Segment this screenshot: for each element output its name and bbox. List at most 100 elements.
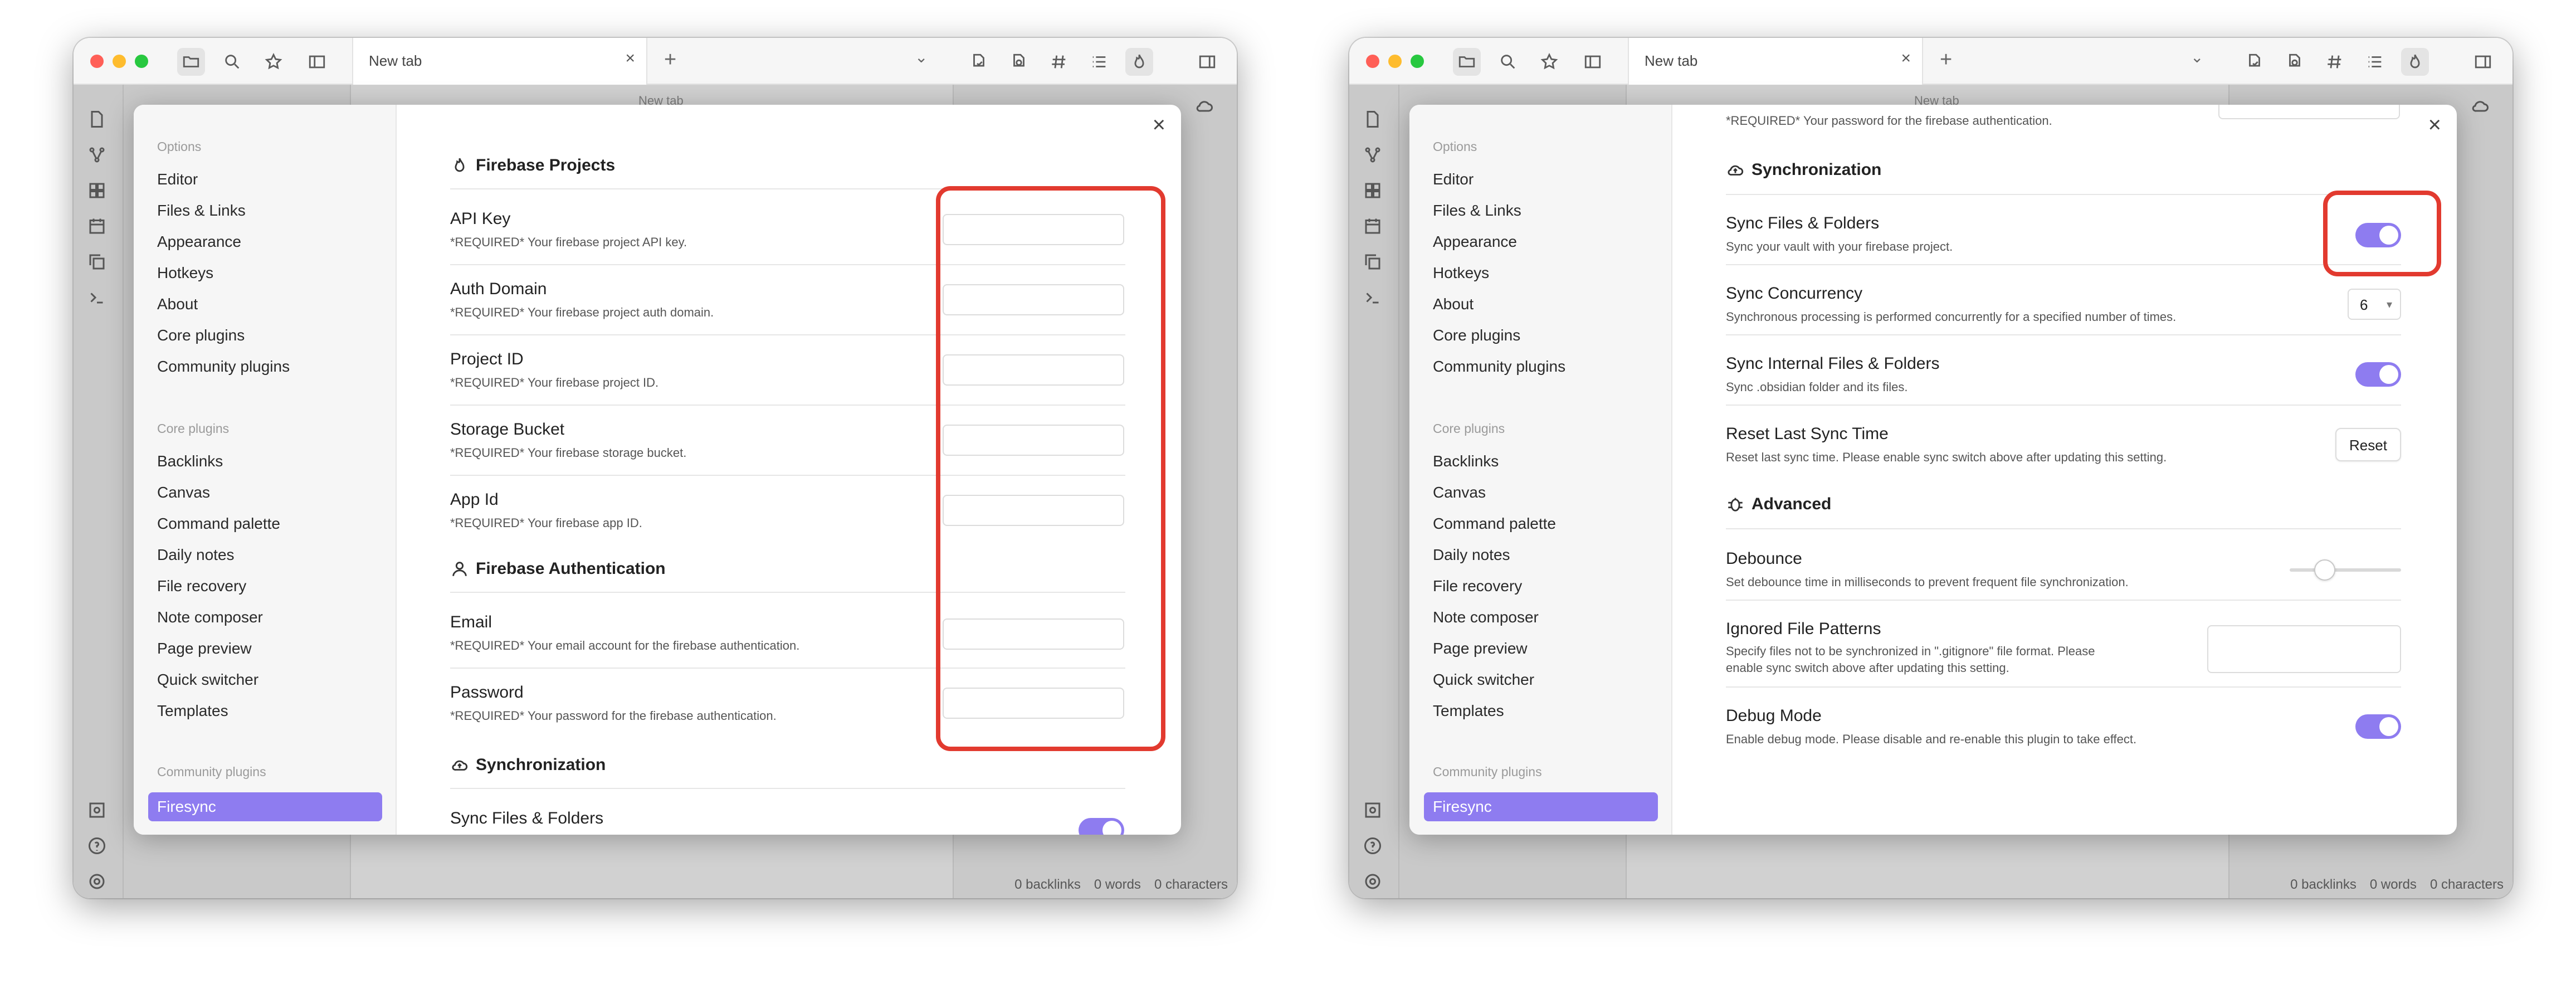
right-sidebar-icon[interactable]: [2469, 48, 2497, 76]
sidebar-item-firesync[interactable]: Firesync: [1424, 792, 1658, 821]
file-sync-icon[interactable]: [965, 48, 993, 76]
setting-name-storage-bucket: Storage Bucket: [450, 420, 565, 439]
sidebar-item-files-links[interactable]: Files & Links: [1433, 202, 1521, 220]
sidebar-item-core-plugins[interactable]: Core plugins: [1433, 327, 1520, 344]
list-icon[interactable]: [2361, 48, 2389, 76]
sidebar-item-canvas[interactable]: Canvas: [157, 484, 210, 501]
sidebar-item-appearance[interactable]: Appearance: [1433, 233, 1517, 251]
sidebar-item-appearance[interactable]: Appearance: [157, 233, 241, 251]
hash-icon[interactable]: [1045, 48, 1073, 76]
user-icon: [452, 562, 467, 576]
sidebar-item-editor[interactable]: Editor: [157, 171, 198, 188]
right-sidebar-icon[interactable]: [1193, 48, 1221, 76]
star-icon[interactable]: [1535, 48, 1563, 76]
section-title: Firebase Authentication: [476, 559, 666, 578]
modal-close-icon[interactable]: ×: [2428, 113, 2441, 138]
file-link-icon[interactable]: [2281, 48, 2309, 76]
obsidian-window-right: New tab × + ⌄ New tab 0 backlinks 0 word…: [1349, 38, 2512, 898]
tab-close-icon[interactable]: ×: [625, 49, 635, 68]
sidebar-item-file-recovery[interactable]: File recovery: [1433, 577, 1522, 595]
sidebar-item-page-preview[interactable]: Page preview: [157, 640, 252, 657]
debug-mode-toggle[interactable]: [2355, 714, 2401, 739]
setting-name-reset-last-sync: Reset Last Sync Time: [1726, 425, 1889, 443]
debounce-slider[interactable]: [2290, 568, 2401, 572]
sidebar-item-hotkeys[interactable]: Hotkeys: [157, 264, 213, 282]
minimize-window-button[interactable]: [113, 55, 126, 68]
sidebar-item-editor[interactable]: Editor: [1433, 171, 1474, 188]
sync-files-toggle[interactable]: [1079, 818, 1124, 835]
sidebar-group-community: Community plugins: [157, 764, 266, 779]
list-icon[interactable]: [1085, 48, 1113, 76]
cloud-icon[interactable]: [1194, 96, 1218, 119]
star-icon[interactable]: [260, 48, 287, 76]
close-window-button[interactable]: [90, 55, 104, 68]
minimize-window-button[interactable]: [1388, 55, 1402, 68]
sidebar-item-file-recovery[interactable]: File recovery: [157, 577, 246, 595]
sidebar-item-command-palette[interactable]: Command palette: [157, 515, 280, 533]
sync-concurrency-dropdown[interactable]: 6 ▾: [2348, 289, 2401, 320]
sidebar-item-templates[interactable]: Templates: [1433, 702, 1504, 720]
sidebar-item-templates[interactable]: Templates: [157, 702, 228, 720]
new-tab-button[interactable]: +: [664, 48, 676, 72]
highlight-box: [2323, 191, 2441, 276]
search-icon[interactable]: [218, 48, 246, 76]
modal-close-icon[interactable]: ×: [1153, 113, 1165, 138]
sidebar-item-quick-switcher[interactable]: Quick switcher: [1433, 671, 1534, 689]
folder-icon[interactable]: [177, 48, 205, 76]
folder-icon[interactable]: [1453, 48, 1481, 76]
sidebar-item-community-plugins[interactable]: Community plugins: [1433, 358, 1565, 376]
sidebar-group-core: Core plugins: [157, 421, 230, 436]
tab-list-chevron-icon[interactable]: ⌄: [2190, 48, 2203, 66]
sidebar-item-core-plugins[interactable]: Core plugins: [157, 327, 245, 344]
sidebar-item-hotkeys[interactable]: Hotkeys: [1433, 264, 1489, 282]
sidebar-item-canvas[interactable]: Canvas: [1433, 484, 1486, 501]
sidebar-item-files-links[interactable]: Files & Links: [157, 202, 246, 220]
setting-name-sync-files: Sync Files & Folders: [1726, 214, 1880, 232]
tab-new[interactable]: New tab ×: [1628, 38, 1923, 85]
file-sync-icon[interactable]: [2241, 48, 2268, 76]
maximize-window-button[interactable]: [1411, 55, 1424, 68]
close-window-button[interactable]: [1366, 55, 1379, 68]
sidebar-item-note-composer[interactable]: Note composer: [157, 608, 263, 626]
settings-modal: Options Editor Files & Links Appearance …: [134, 105, 1181, 835]
sidebar-item-daily-notes[interactable]: Daily notes: [157, 546, 235, 564]
tab-new[interactable]: New tab ×: [352, 38, 647, 85]
dropdown-value: 6: [2360, 296, 2368, 313]
maximize-window-button[interactable]: [135, 55, 148, 68]
setting-name-password: Password: [450, 683, 524, 702]
setting-desc-auth-domain: *REQUIRED* Your firebase project auth do…: [450, 305, 714, 319]
flame-icon[interactable]: [2401, 48, 2429, 76]
ignored-patterns-textarea[interactable]: [2207, 625, 2401, 673]
sidebar-item-community-plugins[interactable]: Community plugins: [157, 358, 290, 376]
cloud-icon[interactable]: [2470, 96, 2494, 119]
search-icon[interactable]: [1494, 48, 1522, 76]
sidebar-group-core: Core plugins: [1433, 421, 1505, 436]
sidebar-item-page-preview[interactable]: Page preview: [1433, 640, 1528, 657]
flame-icon[interactable]: [1125, 48, 1153, 76]
tab-close-icon[interactable]: ×: [1901, 49, 1911, 68]
divider: [1726, 600, 2401, 601]
file-link-icon[interactable]: [1005, 48, 1033, 76]
sidebar-item-quick-switcher[interactable]: Quick switcher: [157, 671, 258, 689]
sync-internal-toggle[interactable]: [2355, 362, 2401, 387]
sidebar-item-daily-notes[interactable]: Daily notes: [1433, 546, 1510, 564]
setting-desc-debounce: Set debounce time in milliseconds to pre…: [1726, 575, 2129, 589]
divider: [1726, 405, 2401, 406]
sidebar-item-firesync[interactable]: Firesync: [148, 792, 382, 821]
reset-button[interactable]: Reset: [2335, 428, 2401, 461]
flame-icon: [455, 158, 465, 172]
password-input[interactable]: [2218, 105, 2400, 119]
sidebar-item-backlinks[interactable]: Backlinks: [157, 452, 223, 470]
sidebar-item-note-composer[interactable]: Note composer: [1433, 608, 1539, 626]
sidebar-item-about[interactable]: About: [157, 295, 198, 313]
debounce-slider-thumb[interactable]: [2314, 559, 2335, 581]
sidebar-icon[interactable]: [1579, 48, 1607, 76]
hash-icon[interactable]: [2321, 48, 2349, 76]
sidebar-item-about[interactable]: About: [1433, 295, 1474, 313]
sidebar-item-backlinks[interactable]: Backlinks: [1433, 452, 1499, 470]
new-tab-button[interactable]: +: [1940, 48, 1952, 72]
tab-list-chevron-icon[interactable]: ⌄: [915, 48, 928, 66]
sidebar-item-command-palette[interactable]: Command palette: [1433, 515, 1556, 533]
sidebar-icon[interactable]: [303, 48, 331, 76]
setting-desc-api-key: *REQUIRED* Your firebase project API key…: [450, 235, 687, 249]
